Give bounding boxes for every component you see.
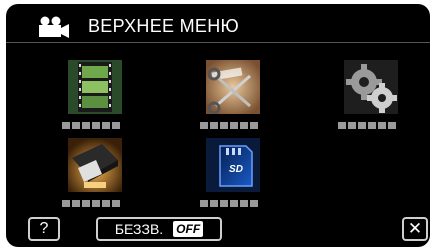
menu-tile-settings[interactable] (338, 60, 406, 129)
tile-label-placeholder (200, 200, 258, 208)
menu-tile-video[interactable] (62, 60, 130, 129)
usb-plug-icon (68, 138, 122, 192)
tile-label-placeholder (62, 200, 120, 208)
close-icon: ✕ (407, 219, 423, 238)
video-camera-icon (39, 16, 69, 38)
film-strip-icon (68, 60, 122, 114)
tile-label-placeholder (338, 122, 396, 130)
gears-icon (344, 60, 398, 114)
scissors-icon (206, 60, 260, 114)
help-label: ? (39, 220, 49, 237)
mute-button[interactable]: БЕЗЗВ. OFF (96, 217, 222, 241)
tile-label-placeholder (62, 122, 120, 130)
mute-state-badge: OFF (173, 221, 204, 237)
top-menu-screen: ВЕРХНЕЕ МЕНЮ SD ? БЕЗЗВ. OFF ✕ (6, 4, 430, 247)
svg-text:SD: SD (229, 164, 243, 175)
page-title: ВЕРХНЕЕ МЕНЮ (88, 16, 240, 36)
help-button[interactable]: ? (28, 217, 60, 241)
menu-tile-media[interactable]: SD (200, 138, 268, 207)
sd-card-icon: SD (206, 138, 260, 192)
close-button[interactable]: ✕ (402, 217, 428, 241)
tile-label-placeholder (200, 122, 258, 130)
header-bar: ВЕРХНЕЕ МЕНЮ (6, 4, 430, 43)
menu-tile-edit[interactable] (200, 60, 268, 129)
menu-tile-connection[interactable] (62, 138, 130, 207)
mute-label: БЕЗЗВ. (114, 221, 164, 237)
